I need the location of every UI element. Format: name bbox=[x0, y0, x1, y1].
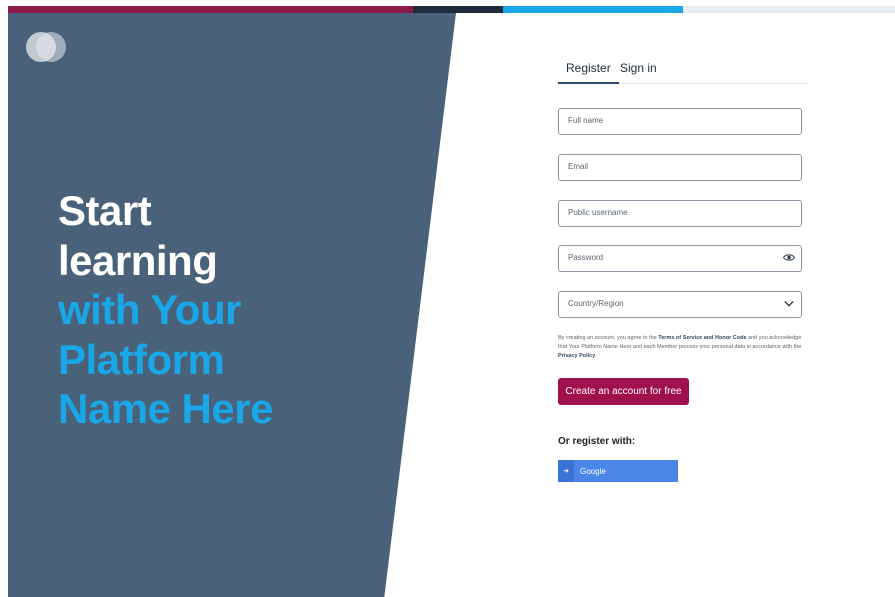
google-register-button[interactable]: ➜ Google bbox=[558, 460, 678, 482]
sign-in-icon: ➜ bbox=[558, 460, 574, 482]
privacy-policy-link[interactable]: Privacy Policy bbox=[558, 353, 595, 359]
auth-tabs: Register Sign in bbox=[558, 57, 808, 84]
country-select[interactable]: Country/Region bbox=[558, 291, 802, 318]
password-placeholder: Password bbox=[568, 253, 604, 262]
tab-signin[interactable]: Sign in bbox=[620, 61, 657, 82]
email-field[interactable]: Email bbox=[558, 154, 802, 181]
password-field[interactable]: Password bbox=[558, 245, 802, 272]
top-bar-segment-light bbox=[683, 6, 895, 13]
terms-text-after: . bbox=[595, 353, 597, 359]
google-button-label: Google bbox=[580, 466, 606, 476]
hero-headline: Start learning with Your Platform Name H… bbox=[58, 186, 388, 434]
social-register-heading: Or register with: bbox=[558, 436, 636, 447]
fullname-placeholder: Full name bbox=[568, 116, 604, 125]
top-bar-segment-magenta bbox=[8, 6, 413, 13]
username-field[interactable]: Public username bbox=[558, 200, 802, 227]
hero-line-1: Start bbox=[58, 187, 152, 234]
hero-line-2: learning bbox=[58, 236, 218, 284]
tab-register[interactable]: Register bbox=[558, 61, 619, 84]
logo-circle-back bbox=[36, 32, 66, 62]
chevron-down-icon bbox=[784, 301, 794, 307]
country-placeholder: Country/Region bbox=[568, 299, 624, 308]
hero-line-4: Platform bbox=[58, 335, 225, 383]
terms-of-service-link[interactable]: Terms of Service and Honor Code bbox=[658, 335, 746, 341]
hero-line-5: Name Here bbox=[58, 385, 273, 432]
top-bar-segment-blue bbox=[503, 6, 683, 13]
create-account-button[interactable]: Create an account for free bbox=[558, 378, 689, 405]
top-accent-bar bbox=[8, 6, 895, 13]
eye-icon[interactable] bbox=[783, 253, 795, 262]
terms-text-before: By creating an account, you agree to the bbox=[558, 335, 659, 341]
platform-logo[interactable] bbox=[26, 32, 66, 64]
terms-notice: By creating an account, you agree to the… bbox=[558, 334, 804, 361]
top-bar-segment-navy bbox=[413, 6, 503, 13]
hero-line-3: with Your bbox=[58, 286, 241, 333]
username-placeholder: Public username bbox=[568, 208, 628, 217]
fullname-field[interactable]: Full name bbox=[558, 108, 802, 135]
email-placeholder: Email bbox=[568, 162, 589, 171]
